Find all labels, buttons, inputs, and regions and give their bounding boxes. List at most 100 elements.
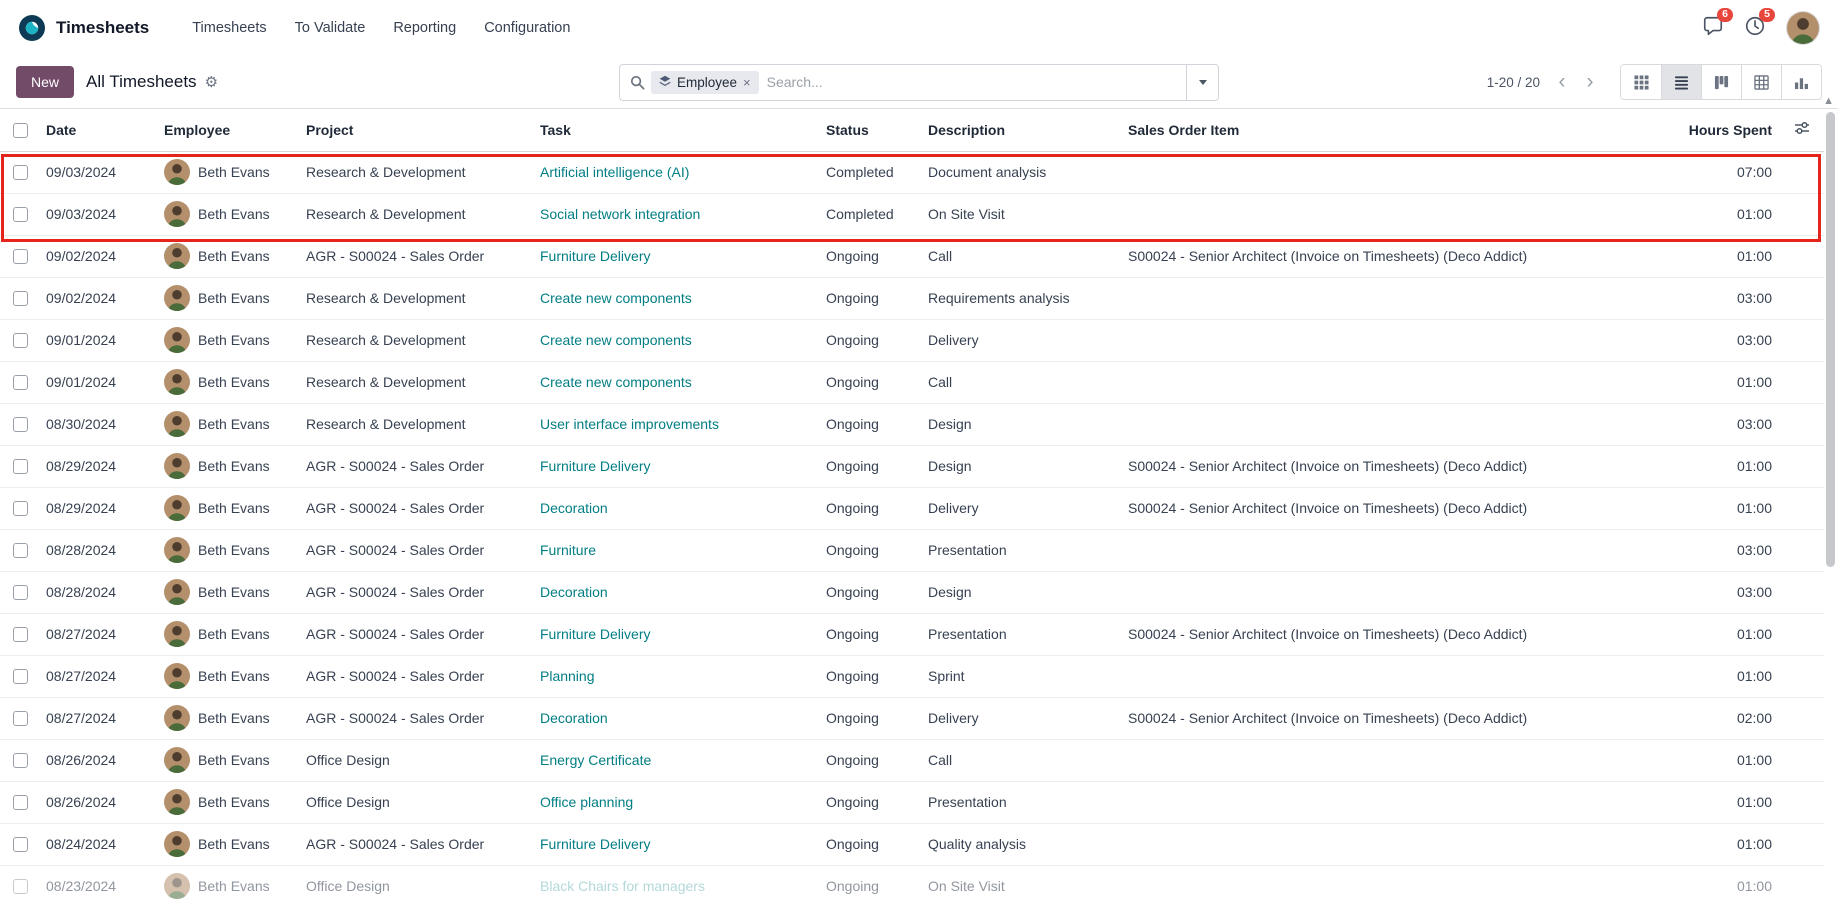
- description-cell[interactable]: Delivery: [920, 487, 1120, 529]
- sales-order-item-cell[interactable]: [1120, 151, 1640, 193]
- messages-button[interactable]: 6: [1702, 15, 1724, 42]
- task-link[interactable]: Decoration: [540, 500, 608, 516]
- project-cell[interactable]: Research & Development: [298, 361, 532, 403]
- date-cell[interactable]: 08/24/2024: [38, 823, 156, 865]
- project-cell[interactable]: AGR - S00024 - Sales Order: [298, 823, 532, 865]
- hours-spent-cell[interactable]: 03:00: [1640, 529, 1780, 571]
- date-cell[interactable]: 08/27/2024: [38, 613, 156, 655]
- task-link[interactable]: Create new components: [540, 290, 692, 306]
- row-checkbox[interactable]: [13, 753, 28, 768]
- menu-to-validate[interactable]: To Validate: [284, 13, 377, 43]
- task-link[interactable]: Black Chairs for managers: [540, 878, 705, 894]
- table-row[interactable]: 08/29/2024Beth EvansAGR - S00024 - Sales…: [0, 445, 1824, 487]
- description-cell[interactable]: Call: [920, 361, 1120, 403]
- grid-view-button[interactable]: [1621, 65, 1661, 99]
- employee-cell[interactable]: Beth Evans: [156, 865, 298, 900]
- task-link[interactable]: User interface improvements: [540, 416, 719, 432]
- row-checkbox[interactable]: [13, 543, 28, 558]
- employee-cell[interactable]: Beth Evans: [156, 193, 298, 235]
- sales-order-item-cell[interactable]: S00024 - Senior Architect (Invoice on Ti…: [1120, 235, 1640, 277]
- description-cell[interactable]: Design: [920, 445, 1120, 487]
- status-cell[interactable]: Ongoing: [818, 235, 920, 277]
- employee-cell[interactable]: Beth Evans: [156, 235, 298, 277]
- sales-order-item-cell[interactable]: [1120, 571, 1640, 613]
- date-cell[interactable]: 08/27/2024: [38, 697, 156, 739]
- table-row[interactable]: 08/29/2024Beth EvansAGR - S00024 - Sales…: [0, 487, 1824, 529]
- project-cell[interactable]: Research & Development: [298, 193, 532, 235]
- task-link[interactable]: Create new components: [540, 332, 692, 348]
- description-cell[interactable]: Call: [920, 739, 1120, 781]
- project-cell[interactable]: Office Design: [298, 739, 532, 781]
- date-cell[interactable]: 09/01/2024: [38, 319, 156, 361]
- status-cell[interactable]: Ongoing: [818, 403, 920, 445]
- column-header-description[interactable]: Description: [920, 109, 1120, 151]
- sales-order-item-cell[interactable]: S00024 - Senior Architect (Invoice on Ti…: [1120, 697, 1640, 739]
- project-cell[interactable]: Research & Development: [298, 277, 532, 319]
- table-row[interactable]: 08/27/2024Beth EvansAGR - S00024 - Sales…: [0, 655, 1824, 697]
- column-header-project[interactable]: Project: [298, 109, 532, 151]
- date-cell[interactable]: 08/30/2024: [38, 403, 156, 445]
- description-cell[interactable]: Design: [920, 571, 1120, 613]
- row-checkbox[interactable]: [13, 711, 28, 726]
- sales-order-item-cell[interactable]: [1120, 529, 1640, 571]
- task-cell[interactable]: Furniture Delivery: [532, 235, 818, 277]
- status-cell[interactable]: Ongoing: [818, 319, 920, 361]
- sales-order-item-cell[interactable]: [1120, 781, 1640, 823]
- row-checkbox[interactable]: [13, 207, 28, 222]
- table-row[interactable]: 08/28/2024Beth EvansAGR - S00024 - Sales…: [0, 571, 1824, 613]
- employee-cell[interactable]: Beth Evans: [156, 655, 298, 697]
- sales-order-item-cell[interactable]: [1120, 277, 1640, 319]
- sales-order-item-cell[interactable]: [1120, 865, 1640, 900]
- table-row[interactable]: 09/01/2024Beth EvansResearch & Developme…: [0, 319, 1824, 361]
- search-facet-employee[interactable]: Employee: [651, 71, 759, 94]
- task-link[interactable]: Furniture Delivery: [540, 248, 650, 264]
- status-cell[interactable]: Ongoing: [818, 529, 920, 571]
- table-row[interactable]: 08/27/2024Beth EvansAGR - S00024 - Sales…: [0, 697, 1824, 739]
- column-header-hours-spent[interactable]: Hours Spent: [1640, 109, 1780, 151]
- employee-cell[interactable]: Beth Evans: [156, 781, 298, 823]
- search-bar[interactable]: Employee: [619, 64, 1219, 101]
- task-cell[interactable]: Social network integration: [532, 193, 818, 235]
- hours-spent-cell[interactable]: 01:00: [1640, 823, 1780, 865]
- column-header-employee[interactable]: Employee: [156, 109, 298, 151]
- task-cell[interactable]: Create new components: [532, 277, 818, 319]
- description-cell[interactable]: Quality analysis: [920, 823, 1120, 865]
- row-checkbox[interactable]: [13, 291, 28, 306]
- status-cell[interactable]: Ongoing: [818, 739, 920, 781]
- hours-spent-cell[interactable]: 03:00: [1640, 403, 1780, 445]
- task-link[interactable]: Furniture Delivery: [540, 458, 650, 474]
- date-cell[interactable]: 08/29/2024: [38, 445, 156, 487]
- row-checkbox[interactable]: [13, 375, 28, 390]
- column-header-date[interactable]: Date: [38, 109, 156, 151]
- status-cell[interactable]: Ongoing: [818, 487, 920, 529]
- table-row[interactable]: 08/26/2024Beth EvansOffice DesignEnergy …: [0, 739, 1824, 781]
- status-cell[interactable]: Ongoing: [818, 361, 920, 403]
- list-view-button[interactable]: [1661, 65, 1701, 99]
- status-cell[interactable]: Ongoing: [818, 613, 920, 655]
- hours-spent-cell[interactable]: 03:00: [1640, 571, 1780, 613]
- task-link[interactable]: Decoration: [540, 584, 608, 600]
- table-row[interactable]: 08/24/2024Beth EvansAGR - S00024 - Sales…: [0, 823, 1824, 865]
- task-cell[interactable]: Furniture Delivery: [532, 445, 818, 487]
- task-link[interactable]: Furniture Delivery: [540, 836, 650, 852]
- project-cell[interactable]: Office Design: [298, 781, 532, 823]
- hours-spent-cell[interactable]: 01:00: [1640, 361, 1780, 403]
- status-cell[interactable]: Ongoing: [818, 865, 920, 900]
- project-cell[interactable]: AGR - S00024 - Sales Order: [298, 445, 532, 487]
- sales-order-item-cell[interactable]: [1120, 361, 1640, 403]
- hours-spent-cell[interactable]: 01:00: [1640, 445, 1780, 487]
- employee-cell[interactable]: Beth Evans: [156, 613, 298, 655]
- employee-cell[interactable]: Beth Evans: [156, 319, 298, 361]
- status-cell[interactable]: Ongoing: [818, 445, 920, 487]
- project-cell[interactable]: AGR - S00024 - Sales Order: [298, 529, 532, 571]
- employee-cell[interactable]: Beth Evans: [156, 571, 298, 613]
- hours-spent-cell[interactable]: 01:00: [1640, 613, 1780, 655]
- task-cell[interactable]: Decoration: [532, 487, 818, 529]
- task-link[interactable]: Office planning: [540, 794, 633, 810]
- facet-remove-icon[interactable]: [743, 75, 751, 90]
- description-cell[interactable]: On Site Visit: [920, 193, 1120, 235]
- column-header-sales-order-item[interactable]: Sales Order Item: [1120, 109, 1640, 151]
- status-cell[interactable]: Ongoing: [818, 655, 920, 697]
- hours-spent-cell[interactable]: 01:00: [1640, 781, 1780, 823]
- task-cell[interactable]: Decoration: [532, 697, 818, 739]
